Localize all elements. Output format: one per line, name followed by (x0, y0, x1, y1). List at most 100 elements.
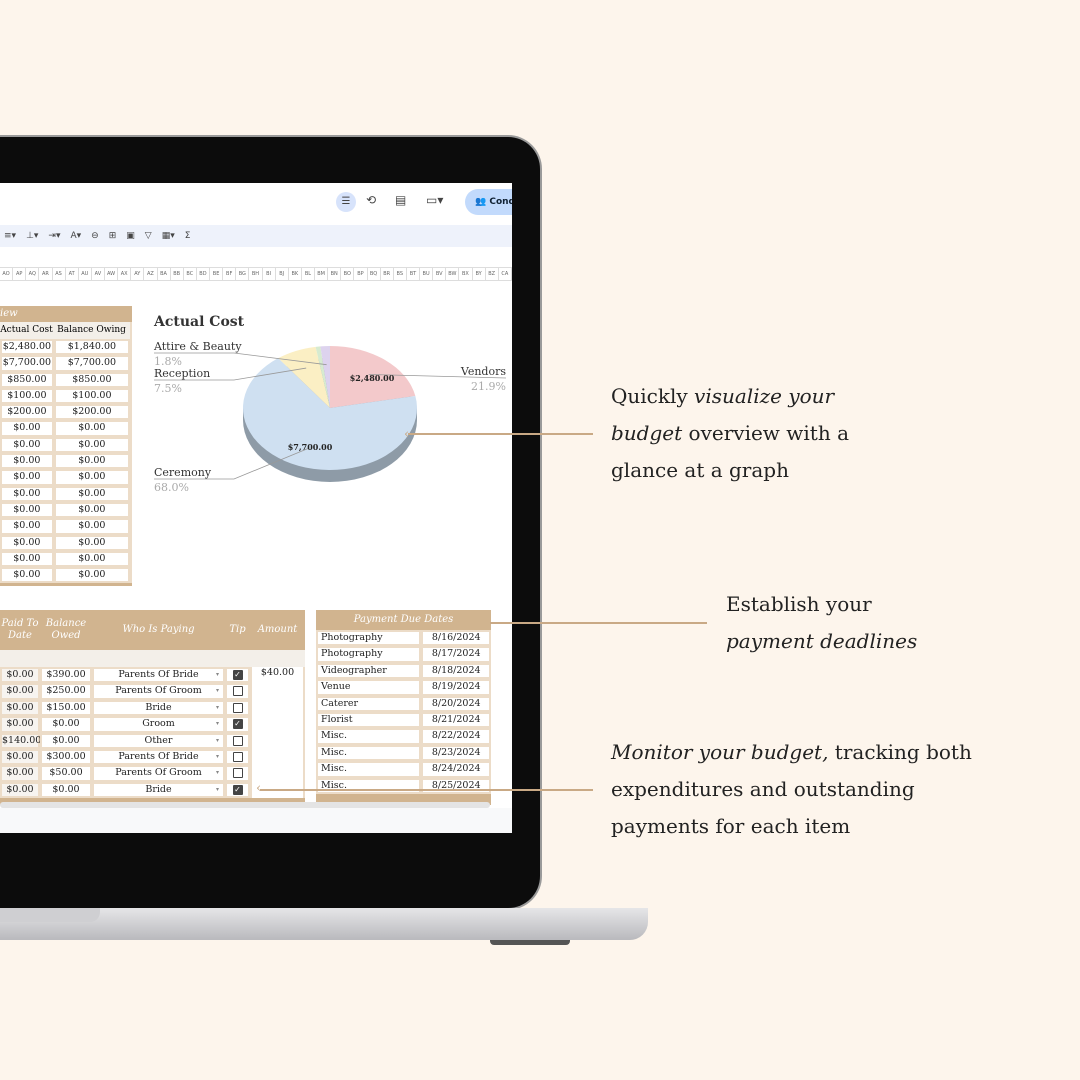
column-header[interactable]: AR (39, 268, 53, 280)
table-cell[interactable]: $0.00 (53, 501, 130, 519)
column-header[interactable]: BU (420, 268, 434, 280)
column-header[interactable]: BA (158, 268, 171, 280)
column-header[interactable]: BS (394, 268, 407, 280)
vendor-cell[interactable]: Caterer (316, 695, 422, 712)
table-cell[interactable]: $150.00 (40, 699, 92, 717)
actual-cost-pie-chart[interactable]: Actual Cost Vendors 21.9% Ceremony 68.0% Rece… (140, 308, 512, 508)
vendor-cell[interactable]: Misc. (316, 728, 422, 745)
table-cell[interactable]: $850.00 (53, 371, 130, 388)
who-is-paying-dropdown[interactable]: Groom ▾ (92, 716, 225, 733)
who-is-paying-dropdown[interactable]: Other ▾ (92, 732, 225, 749)
table-cell[interactable]: $0.00 (0, 501, 54, 519)
table-cell[interactable]: $0.00 (0, 420, 54, 437)
amount-cell[interactable] (250, 748, 305, 766)
who-is-paying-dropdown[interactable]: Parents Of Groom ▾ (92, 765, 225, 782)
column-header[interactable]: AX (118, 268, 132, 280)
table-cell[interactable]: $0.00 (53, 420, 130, 437)
column-header[interactable]: AY (131, 268, 145, 280)
column-header[interactable]: AV (92, 268, 105, 280)
column-header[interactable]: BE (210, 268, 224, 280)
table-cell[interactable]: $0.00 (0, 567, 54, 584)
filter-icon[interactable]: ▽ (145, 231, 152, 241)
table-cell[interactable]: $200.00 (0, 404, 54, 421)
column-header[interactable]: BI (263, 268, 276, 280)
vendor-cell[interactable]: Misc. (316, 761, 422, 778)
link-icon[interactable]: ⊖ (91, 231, 99, 241)
column-header[interactable]: AT (66, 268, 79, 280)
amount-cell[interactable] (250, 683, 305, 700)
date-cell[interactable]: 8/21/2024 (421, 711, 491, 729)
table-cell[interactable]: $7,700.00 (53, 355, 130, 372)
date-cell[interactable]: 8/25/2024 (421, 777, 491, 794)
date-cell[interactable]: 8/16/2024 (421, 630, 491, 647)
column-header[interactable]: BK (289, 268, 302, 280)
date-cell[interactable]: 8/18/2024 (421, 662, 491, 680)
column-header[interactable]: BM (315, 268, 329, 280)
show-activity-icon[interactable]: ☰ (336, 192, 356, 212)
column-header[interactable]: AP (13, 268, 27, 280)
date-cell[interactable]: 8/19/2024 (421, 679, 491, 696)
table-cell[interactable]: $0.00 (0, 781, 40, 799)
table-cell[interactable]: $0.00 (53, 436, 130, 454)
column-header[interactable]: BN (328, 268, 342, 280)
table-cell[interactable]: $0.00 (0, 550, 54, 568)
table-cell[interactable]: $250.00 (40, 683, 92, 700)
functions-icon[interactable]: Σ (185, 231, 191, 241)
tip-checkbox[interactable]: ✓ (232, 719, 243, 730)
column-header[interactable]: BT (407, 268, 420, 280)
align-icon[interactable]: ≡▾ (4, 231, 16, 241)
table-cell[interactable]: $0.00 (53, 567, 130, 584)
column-header[interactable]: BH (249, 268, 263, 280)
amount-cell[interactable] (250, 716, 305, 733)
table-cell[interactable]: $850.00 (0, 371, 54, 388)
table-cell[interactable]: $0.00 (53, 485, 130, 502)
table-cell[interactable]: $0.00 (0, 534, 54, 551)
tip-checkbox[interactable] (232, 702, 243, 713)
table-cell[interactable]: $0.00 (0, 716, 40, 733)
column-header[interactable]: BW (446, 268, 460, 280)
history-icon[interactable]: ⟲ (366, 193, 376, 207)
date-cell[interactable]: 8/17/2024 (421, 646, 491, 663)
table-cell[interactable]: $7,700.00 (0, 355, 54, 372)
table-cell[interactable]: $0.00 (0, 436, 54, 454)
column-header[interactable]: BL (302, 268, 315, 280)
column-header[interactable]: BD (197, 268, 210, 280)
table-cell[interactable]: $200.00 (53, 404, 130, 421)
amount-cell[interactable] (250, 699, 305, 717)
table-cell[interactable]: $0.00 (40, 716, 92, 733)
column-header[interactable]: BV (433, 268, 447, 280)
valign-icon[interactable]: ⊥▾ (26, 231, 38, 241)
table-cell[interactable]: $1,840.00 (53, 339, 130, 356)
meet-icon[interactable]: ▭▾ (426, 193, 443, 207)
vendor-cell[interactable]: Venue (316, 679, 422, 696)
table-cell[interactable]: $100.00 (53, 387, 130, 405)
vendor-cell[interactable]: Videographer (316, 662, 422, 680)
table-cell[interactable]: $0.00 (53, 518, 130, 535)
date-cell[interactable]: 8/20/2024 (421, 695, 491, 712)
table-cell[interactable]: $0.00 (0, 469, 54, 486)
table-cell[interactable]: $140.00 (0, 732, 41, 749)
column-header[interactable]: AU (79, 268, 92, 280)
column-header[interactable]: AS (53, 268, 66, 280)
table-cell[interactable]: $0.00 (0, 518, 54, 535)
column-header[interactable]: AW (105, 268, 119, 280)
column-header[interactable]: BR (381, 268, 394, 280)
vendor-cell[interactable]: Florist (316, 711, 422, 729)
who-is-paying-dropdown[interactable]: Parents Of Groom ▾ (92, 683, 225, 700)
column-header[interactable]: BB (171, 268, 184, 280)
who-is-paying-dropdown[interactable]: Parents Of Bride ▾ (92, 748, 225, 766)
column-header[interactable]: BG (236, 268, 250, 280)
table-cell[interactable]: $0.00 (53, 453, 130, 470)
vendor-cell[interactable]: Photography (316, 646, 422, 663)
comment-icon[interactable]: ⊞ (109, 231, 117, 241)
column-header[interactable]: AO (0, 268, 14, 280)
column-header[interactable]: BC (184, 268, 197, 280)
date-cell[interactable]: 8/22/2024 (421, 728, 491, 745)
column-header[interactable]: CA (499, 268, 512, 280)
table-cell[interactable]: $0.00 (0, 667, 40, 684)
tip-checkbox[interactable]: ✓ (232, 670, 243, 680)
date-cell[interactable]: 8/23/2024 (421, 744, 491, 762)
comments-icon[interactable]: ▤ (395, 193, 406, 207)
vendor-cell[interactable]: Photography (316, 630, 422, 647)
column-header[interactable]: BP (354, 268, 368, 280)
